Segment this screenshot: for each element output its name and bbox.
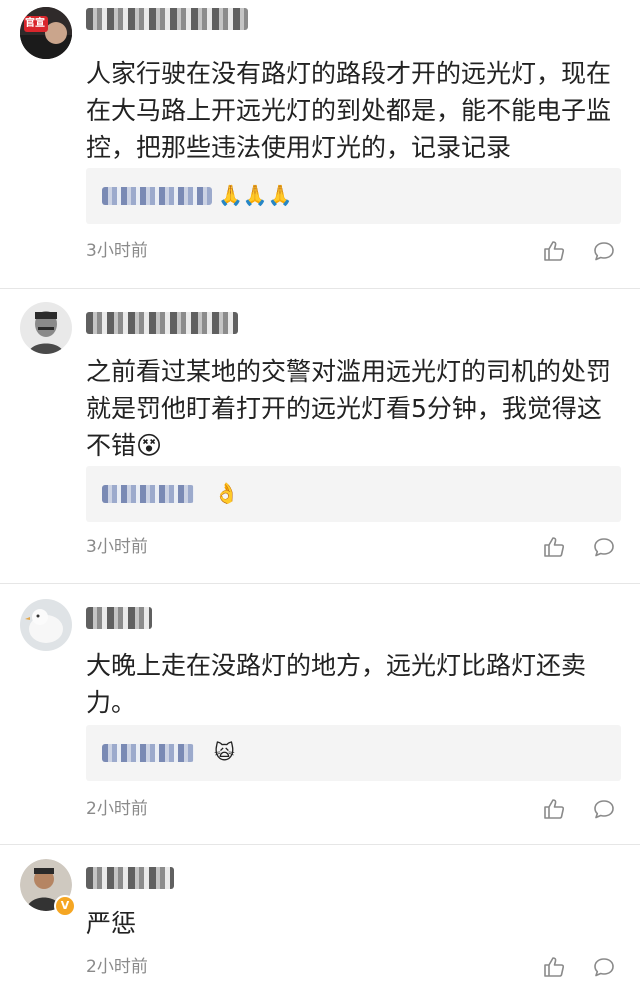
comment-text: 大晚上走在没路灯的地方，远光灯比路灯还卖力。: [86, 651, 587, 717]
reply-author-blurred: [102, 744, 194, 762]
reply-icon[interactable]: [593, 536, 615, 558]
avatar-image: [20, 302, 72, 354]
comment-time: 2小时前: [86, 957, 148, 977]
username-blurred[interactable]: [86, 867, 174, 889]
comment-item: 之前看过某地的交警对滥用远光灯的司机的处罚就是罚他盯着打开的远光灯看5分钟，我觉…: [0, 290, 640, 585]
avatar-image: [20, 599, 72, 651]
comment-time: 3小时前: [86, 241, 148, 261]
reply-icon[interactable]: [593, 798, 615, 820]
comment-time: 3小时前: [86, 537, 148, 557]
reply-emoji: 🙀: [214, 740, 235, 764]
comment-item: V 严惩 2小时前: [0, 845, 640, 1001]
reply-icon[interactable]: [593, 240, 615, 262]
avatar[interactable]: [20, 599, 72, 651]
username-blurred[interactable]: [86, 607, 152, 629]
avatar[interactable]: V: [20, 859, 76, 917]
like-icon[interactable]: [543, 956, 565, 978]
avatar-badge: 官宣: [25, 18, 45, 29]
avatar[interactable]: [20, 302, 72, 354]
comment-item: 官宣 人家行驶在没有路灯的路段才开的远光灯，现在在大马路上开远光灯的到处都是，能…: [0, 0, 640, 290]
like-icon[interactable]: [543, 240, 565, 262]
avatar[interactable]: 官宣: [20, 7, 72, 59]
reply-icon[interactable]: [593, 956, 615, 978]
comment-item: 大晚上走在没路灯的地方，远光灯比路灯还卖力。 🙀 2小时前: [0, 585, 640, 845]
avatar-image: [20, 7, 72, 59]
comment-text: 之前看过某地的交警对滥用远光灯的司机的处罚就是罚他盯着打开的远光灯看5分钟，我觉…: [86, 357, 612, 460]
like-icon[interactable]: [543, 798, 565, 820]
reply-preview[interactable]: 🙀: [86, 725, 621, 781]
reply-emoji: 👌: [214, 481, 239, 505]
username-blurred[interactable]: [86, 312, 238, 334]
divider: [0, 583, 640, 584]
comment-text: 严惩: [86, 909, 137, 938]
verified-badge-icon: V: [54, 895, 76, 917]
comment-time: 2小时前: [86, 799, 148, 819]
reply-emoji: 🙏🙏🙏: [218, 183, 293, 207]
divider: [0, 288, 640, 289]
reply-author-blurred: [102, 187, 212, 205]
reply-author-blurred: [102, 485, 194, 503]
comment-text: 人家行驶在没有路灯的路段才开的远光灯，现在在大马路上开远光灯的到处都是，能不能电…: [86, 59, 612, 162]
username-blurred[interactable]: [86, 8, 248, 30]
reply-preview[interactable]: 🙏🙏🙏: [86, 168, 621, 224]
like-icon[interactable]: [543, 536, 565, 558]
reply-preview[interactable]: 👌: [86, 466, 621, 522]
